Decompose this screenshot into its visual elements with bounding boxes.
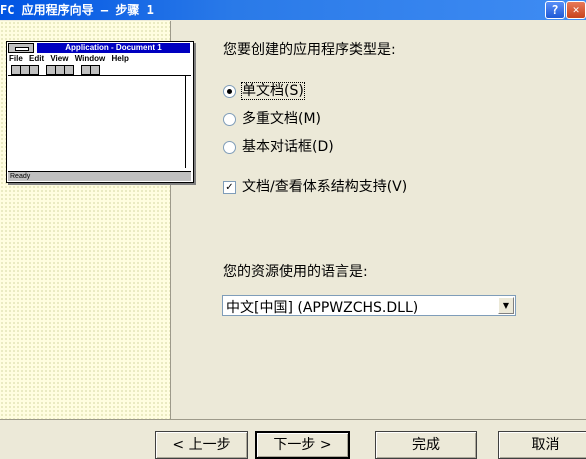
finish-button[interactable]: 完成 — [375, 431, 477, 459]
radio-icon[interactable] — [223, 112, 236, 126]
chevron-down-icon[interactable]: ▼ — [498, 297, 514, 314]
toolbar-button-icon — [90, 65, 100, 75]
language-value: 中文[中国] (APPWZCHS.DLL) — [226, 300, 419, 316]
radio-dialog-based[interactable]: 基本对话框(D) — [223, 136, 334, 155]
preview-status-bar: Ready — [8, 171, 191, 181]
button-bar-divider — [0, 419, 586, 420]
radio-label: 单文档(S) — [241, 82, 305, 100]
preview-menu-view: View — [50, 54, 69, 63]
preview-menu-help: Help — [111, 54, 129, 63]
radio-label: 基本对话框(D) — [242, 139, 334, 155]
radio-label: 多重文档(M) — [242, 111, 322, 127]
preview-title: Application - Document 1 — [37, 43, 190, 53]
cancel-button[interactable]: 取消 — [498, 431, 586, 459]
app-type-heading: 您要创建的应用程序类型是: — [223, 42, 396, 58]
title-bar: FC 应用程序向导 – 步骤 1 ? ✕ — [0, 0, 586, 20]
preview-menubar: File Edit View Window Help — [9, 54, 133, 63]
help-button[interactable]: ? — [545, 1, 565, 19]
radio-selected-icon[interactable] — [223, 84, 236, 98]
back-button[interactable]: < 上一步 — [155, 431, 248, 459]
checkbox-label: 文档/查看体系结构支持(V) — [242, 179, 408, 195]
radio-multiple-documents[interactable]: 多重文档(M) — [223, 108, 322, 127]
system-menu-icon — [8, 43, 34, 53]
preview-menu-edit: Edit — [29, 54, 45, 63]
checkbox-checked-icon[interactable]: ✓ — [223, 180, 236, 194]
preview-menu-file: File — [9, 54, 23, 63]
window-title: FC 应用程序向导 – 步骤 1 — [0, 3, 154, 17]
preview-toolbar — [8, 63, 191, 76]
next-button[interactable]: 下一步 > — [255, 431, 350, 459]
close-button[interactable]: ✕ — [566, 1, 586, 19]
toolbar-button-icon — [64, 65, 74, 75]
language-dropdown[interactable]: 中文[中国] (APPWZCHS.DLL) ▼ — [222, 295, 516, 316]
language-label: 您的资源使用的语言是: — [223, 264, 368, 280]
preview-menu-window: Window — [74, 54, 106, 63]
preview-scrollbar — [185, 76, 192, 168]
radio-single-document[interactable]: 单文档(S) — [223, 80, 305, 100]
radio-icon[interactable] — [223, 140, 236, 154]
toolbar-button-icon — [29, 65, 39, 75]
doc-view-support-checkbox[interactable]: ✓ 文档/查看体系结构支持(V) — [223, 176, 408, 195]
app-preview-window: Application - Document 1 File Edit View … — [6, 41, 194, 183]
